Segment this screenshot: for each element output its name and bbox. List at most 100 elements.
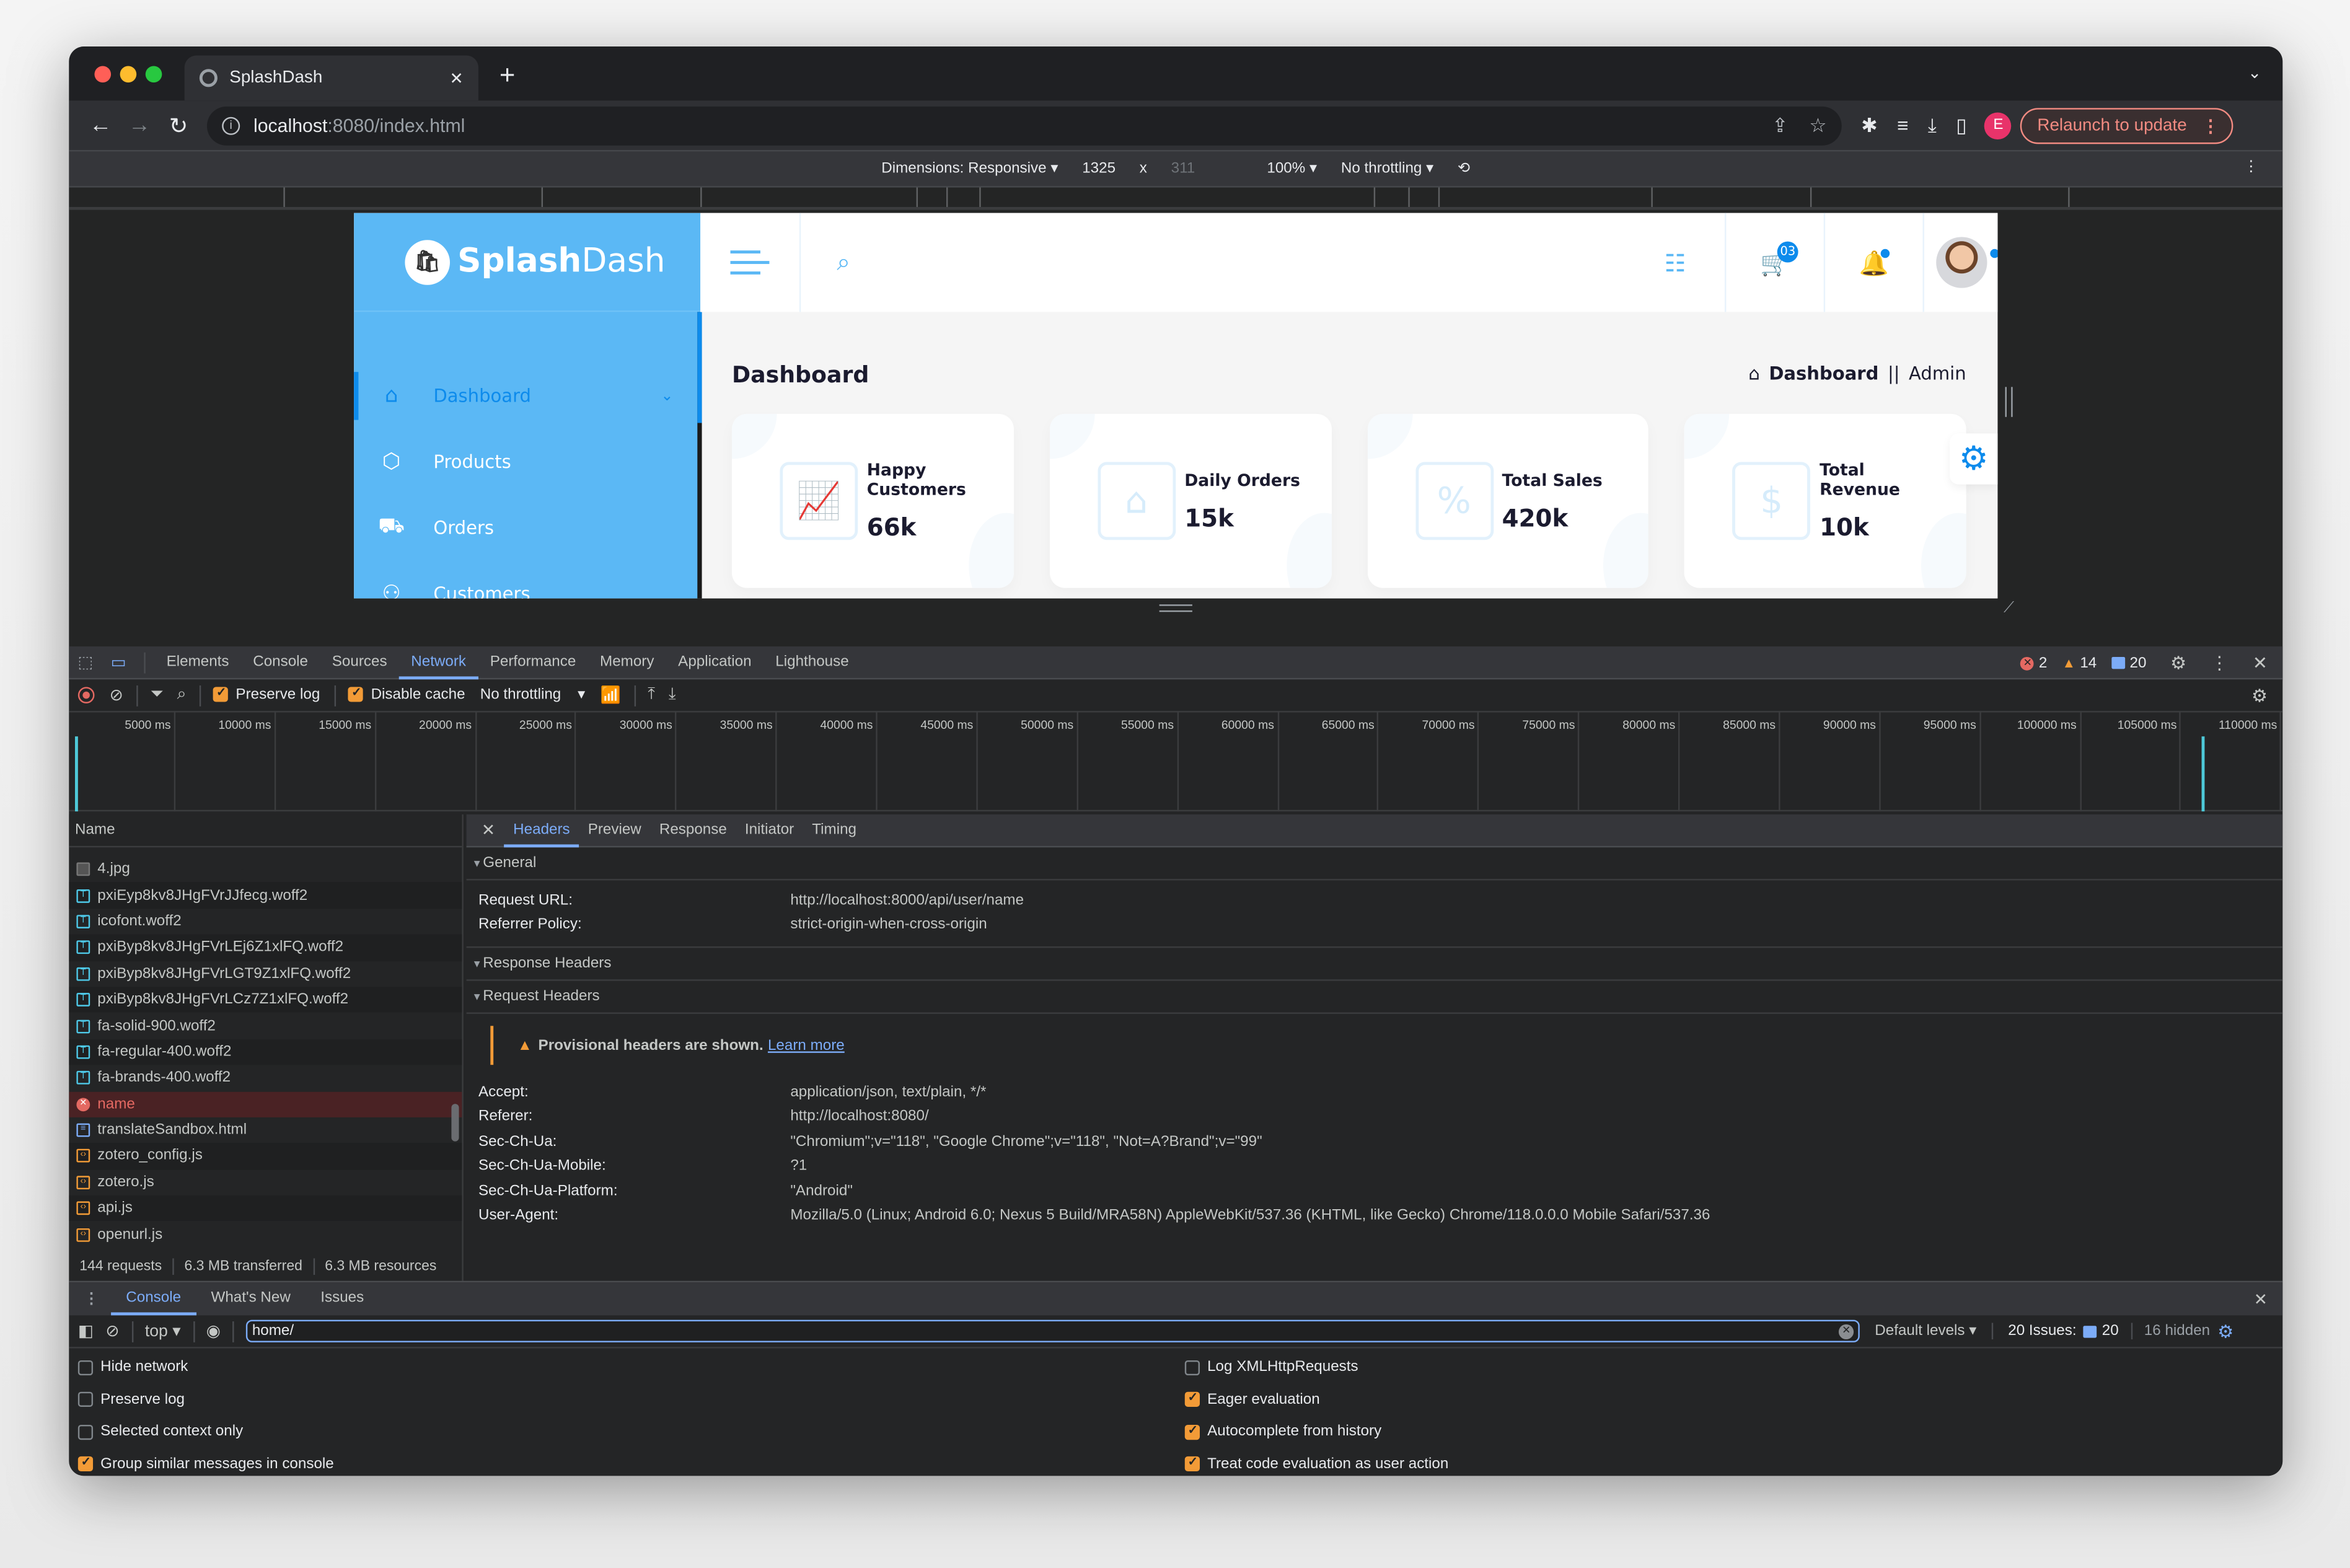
request-row[interactable]: Tfa-solid-900.woff2	[69, 1013, 462, 1039]
request-row[interactable]: ≡ translateSandbox.html	[69, 1117, 462, 1143]
general-section-toggle[interactable]: General	[466, 847, 2283, 881]
request-row[interactable]: TpxiEyp8kv8JHgFVrJJfecg.woff2	[69, 882, 462, 909]
disable-cache-checkbox[interactable]: Disable cache	[348, 686, 465, 703]
tab-memory[interactable]: Memory	[588, 646, 666, 679]
close-devtools-icon[interactable]: ✕	[2253, 653, 2268, 674]
hamburger-menu-button[interactable]	[700, 213, 801, 312]
network-conditions-icon[interactable]: 📶	[601, 685, 621, 705]
header-value[interactable]: strict-origin-when-cross-origin	[790, 917, 987, 933]
header-value[interactable]: "Chromium";v="118", "Google Chrome";v="1…	[790, 1134, 1262, 1150]
header-value[interactable]: Mozilla/5.0 (Linux; Android 6.0; Nexus 5…	[790, 1208, 1710, 1225]
console-setting-checkbox[interactable]: Group similar messages in console	[77, 1448, 1185, 1476]
detail-tab-headers[interactable]: Headers	[504, 814, 579, 847]
header-value[interactable]: ?1	[790, 1158, 807, 1175]
rotate-icon[interactable]: ⟲	[1458, 161, 1470, 177]
sidebar-item-products[interactable]: ⬡ Products	[354, 429, 700, 495]
console-setting-checkbox[interactable]: Preserve log	[77, 1383, 1185, 1416]
console-setting-checkbox[interactable]: Autocomplete from history	[1184, 1416, 2282, 1448]
width-input[interactable]: 1325	[1082, 161, 1116, 177]
console-setting-checkbox[interactable]: Treat code evaluation as user action	[1184, 1448, 2282, 1476]
request-row[interactable]: Tfa-regular-400.woff2	[69, 1039, 462, 1065]
close-detail-icon[interactable]: ✕	[467, 821, 504, 840]
issues-counter[interactable]: 20 Issues: 20	[1991, 1323, 2119, 1340]
inspect-element-icon[interactable]: ⬚	[69, 653, 102, 672]
request-row[interactable]: ‹› zotero_config.js	[69, 1143, 462, 1169]
browser-tab[interactable]: SplashDash ✕	[184, 55, 478, 101]
reload-icon[interactable]: ↻	[159, 112, 198, 139]
detail-tab-initiator[interactable]: Initiator	[736, 814, 803, 847]
zoom-select[interactable]: 100% ▾	[1267, 161, 1317, 177]
throttling-select[interactable]: No throttling ▾	[1341, 161, 1433, 177]
learn-more-link[interactable]: Learn more	[768, 1037, 845, 1054]
brand-logo[interactable]: 🛍 Splash Dash	[354, 213, 701, 312]
network-overview-timeline[interactable]: 110000 ms 105000 ms 100000 ms 95000 ms 90000…	[69, 712, 2283, 812]
tab-performance[interactable]: Performance	[478, 646, 588, 679]
profile-button[interactable]	[1922, 213, 1998, 312]
close-window-button[interactable]	[94, 66, 112, 83]
request-row[interactable]: 4.jpg	[69, 857, 462, 883]
console-settings-gear-icon[interactable]: ⚙	[2217, 1321, 2233, 1342]
tab-sources[interactable]: Sources	[320, 646, 399, 679]
height-input[interactable]: 311	[1171, 161, 1195, 177]
detail-tab-response[interactable]: Response	[650, 814, 736, 847]
stat-card-daily-orders[interactable]: ⌂ Daily Orders 15k	[1049, 413, 1331, 588]
breadcrumb-current[interactable]: Dashboard	[1769, 363, 1878, 384]
request-row[interactable]: ✕ name	[69, 1091, 462, 1117]
checkbox[interactable]	[77, 1360, 94, 1375]
live-expression-eye-icon[interactable]: ◉	[206, 1321, 221, 1341]
tab-network[interactable]: Network	[398, 646, 478, 679]
theme-settings-gear-button[interactable]: ⚙	[1950, 433, 1998, 485]
clear-console-icon[interactable]: ⊘	[105, 1321, 119, 1341]
request-row[interactable]: TpxiByp8kv8JHgFVrLGT9Z1xlFQ.woff2	[69, 961, 462, 987]
relaunch-button[interactable]: Relaunch to update ⋮	[2020, 107, 2233, 144]
minimize-window-button[interactable]	[120, 66, 137, 83]
side-panel-icon[interactable]: ▯	[1956, 113, 1966, 138]
resize-handle-bottom[interactable]	[1159, 604, 1192, 612]
filter-text[interactable]	[252, 1323, 1839, 1340]
console-setting-checkbox[interactable]: Eager evaluation	[1184, 1383, 2282, 1416]
media-queue-icon[interactable]: ≡	[1897, 114, 1908, 136]
drawer-tab-what-s-new[interactable]: What's New	[196, 1282, 306, 1315]
tab-lighthouse[interactable]: Lighthouse	[764, 646, 861, 679]
tab-elements[interactable]: Elements	[154, 646, 241, 679]
sidebar-item-orders[interactable]: ⛟ Orders	[354, 495, 700, 561]
settings-sliders-button[interactable]: ☷	[1626, 213, 1725, 312]
resize-handle-right[interactable]	[2005, 387, 2013, 417]
clear-icon[interactable]: ⊘	[110, 685, 123, 705]
drawer-tab-issues[interactable]: Issues	[306, 1282, 379, 1315]
request-list-scrollbar[interactable]	[451, 1104, 459, 1142]
extensions-puzzle-icon[interactable]: ✱	[1861, 113, 1877, 138]
import-har-icon[interactable]: ⤒	[648, 685, 655, 705]
detail-tab-timing[interactable]: Timing	[803, 814, 866, 847]
console-setting-checkbox[interactable]: Hide network	[77, 1351, 1185, 1383]
header-value[interactable]: http://localhost:8000/api/user/name	[790, 892, 1024, 909]
response-headers-toggle[interactable]: Response Headers	[466, 948, 2283, 981]
site-info-icon[interactable]: i	[222, 116, 240, 134]
request-headers-toggle[interactable]: Request Headers	[466, 981, 2283, 1014]
context-select[interactable]: top ▾	[145, 1321, 181, 1341]
stat-card-happy-customers[interactable]: 📈 Happy Customers 66k	[731, 413, 1014, 588]
request-row[interactable]: TpxiByp8kv8JHgFVrLCz7Z1xlFQ.woff2	[69, 987, 462, 1013]
forward-arrow-icon[interactable]: →	[120, 113, 159, 138]
checkbox[interactable]	[1184, 1391, 1200, 1407]
devtools-menu-icon[interactable]: ⋮	[2211, 653, 2229, 674]
console-setting-checkbox[interactable]: Log XMLHttpRequests	[1184, 1351, 2282, 1383]
home-icon[interactable]: ⌂	[1748, 363, 1759, 384]
dimensions-select[interactable]: Dimensions: Responsive ▾	[881, 161, 1058, 177]
checkbox[interactable]	[77, 1424, 94, 1440]
header-value[interactable]: application/json, text/plain, */*	[790, 1084, 986, 1101]
checkbox[interactable]	[1184, 1455, 1200, 1472]
cart-button[interactable]: 🛒 03	[1725, 213, 1824, 312]
devtools-settings-gear-icon[interactable]: ⚙	[2170, 653, 2186, 674]
new-tab-button[interactable]: +	[499, 60, 515, 92]
profile-avatar[interactable]: E	[1984, 112, 2012, 139]
warning-count[interactable]: ▲ 14	[2062, 654, 2097, 671]
checkbox[interactable]	[77, 1392, 94, 1407]
checkbox[interactable]	[1184, 1360, 1200, 1375]
device-toggle-icon[interactable]: ▭	[102, 653, 135, 672]
request-row[interactable]: ‹› openurl.js	[69, 1222, 462, 1248]
export-har-icon[interactable]: ⤓	[669, 685, 676, 705]
request-row[interactable]: ‹› zotero.js	[69, 1169, 462, 1196]
tab-console[interactable]: Console	[241, 646, 320, 679]
device-toolbar-menu-icon[interactable]: ⋮	[2243, 159, 2258, 176]
